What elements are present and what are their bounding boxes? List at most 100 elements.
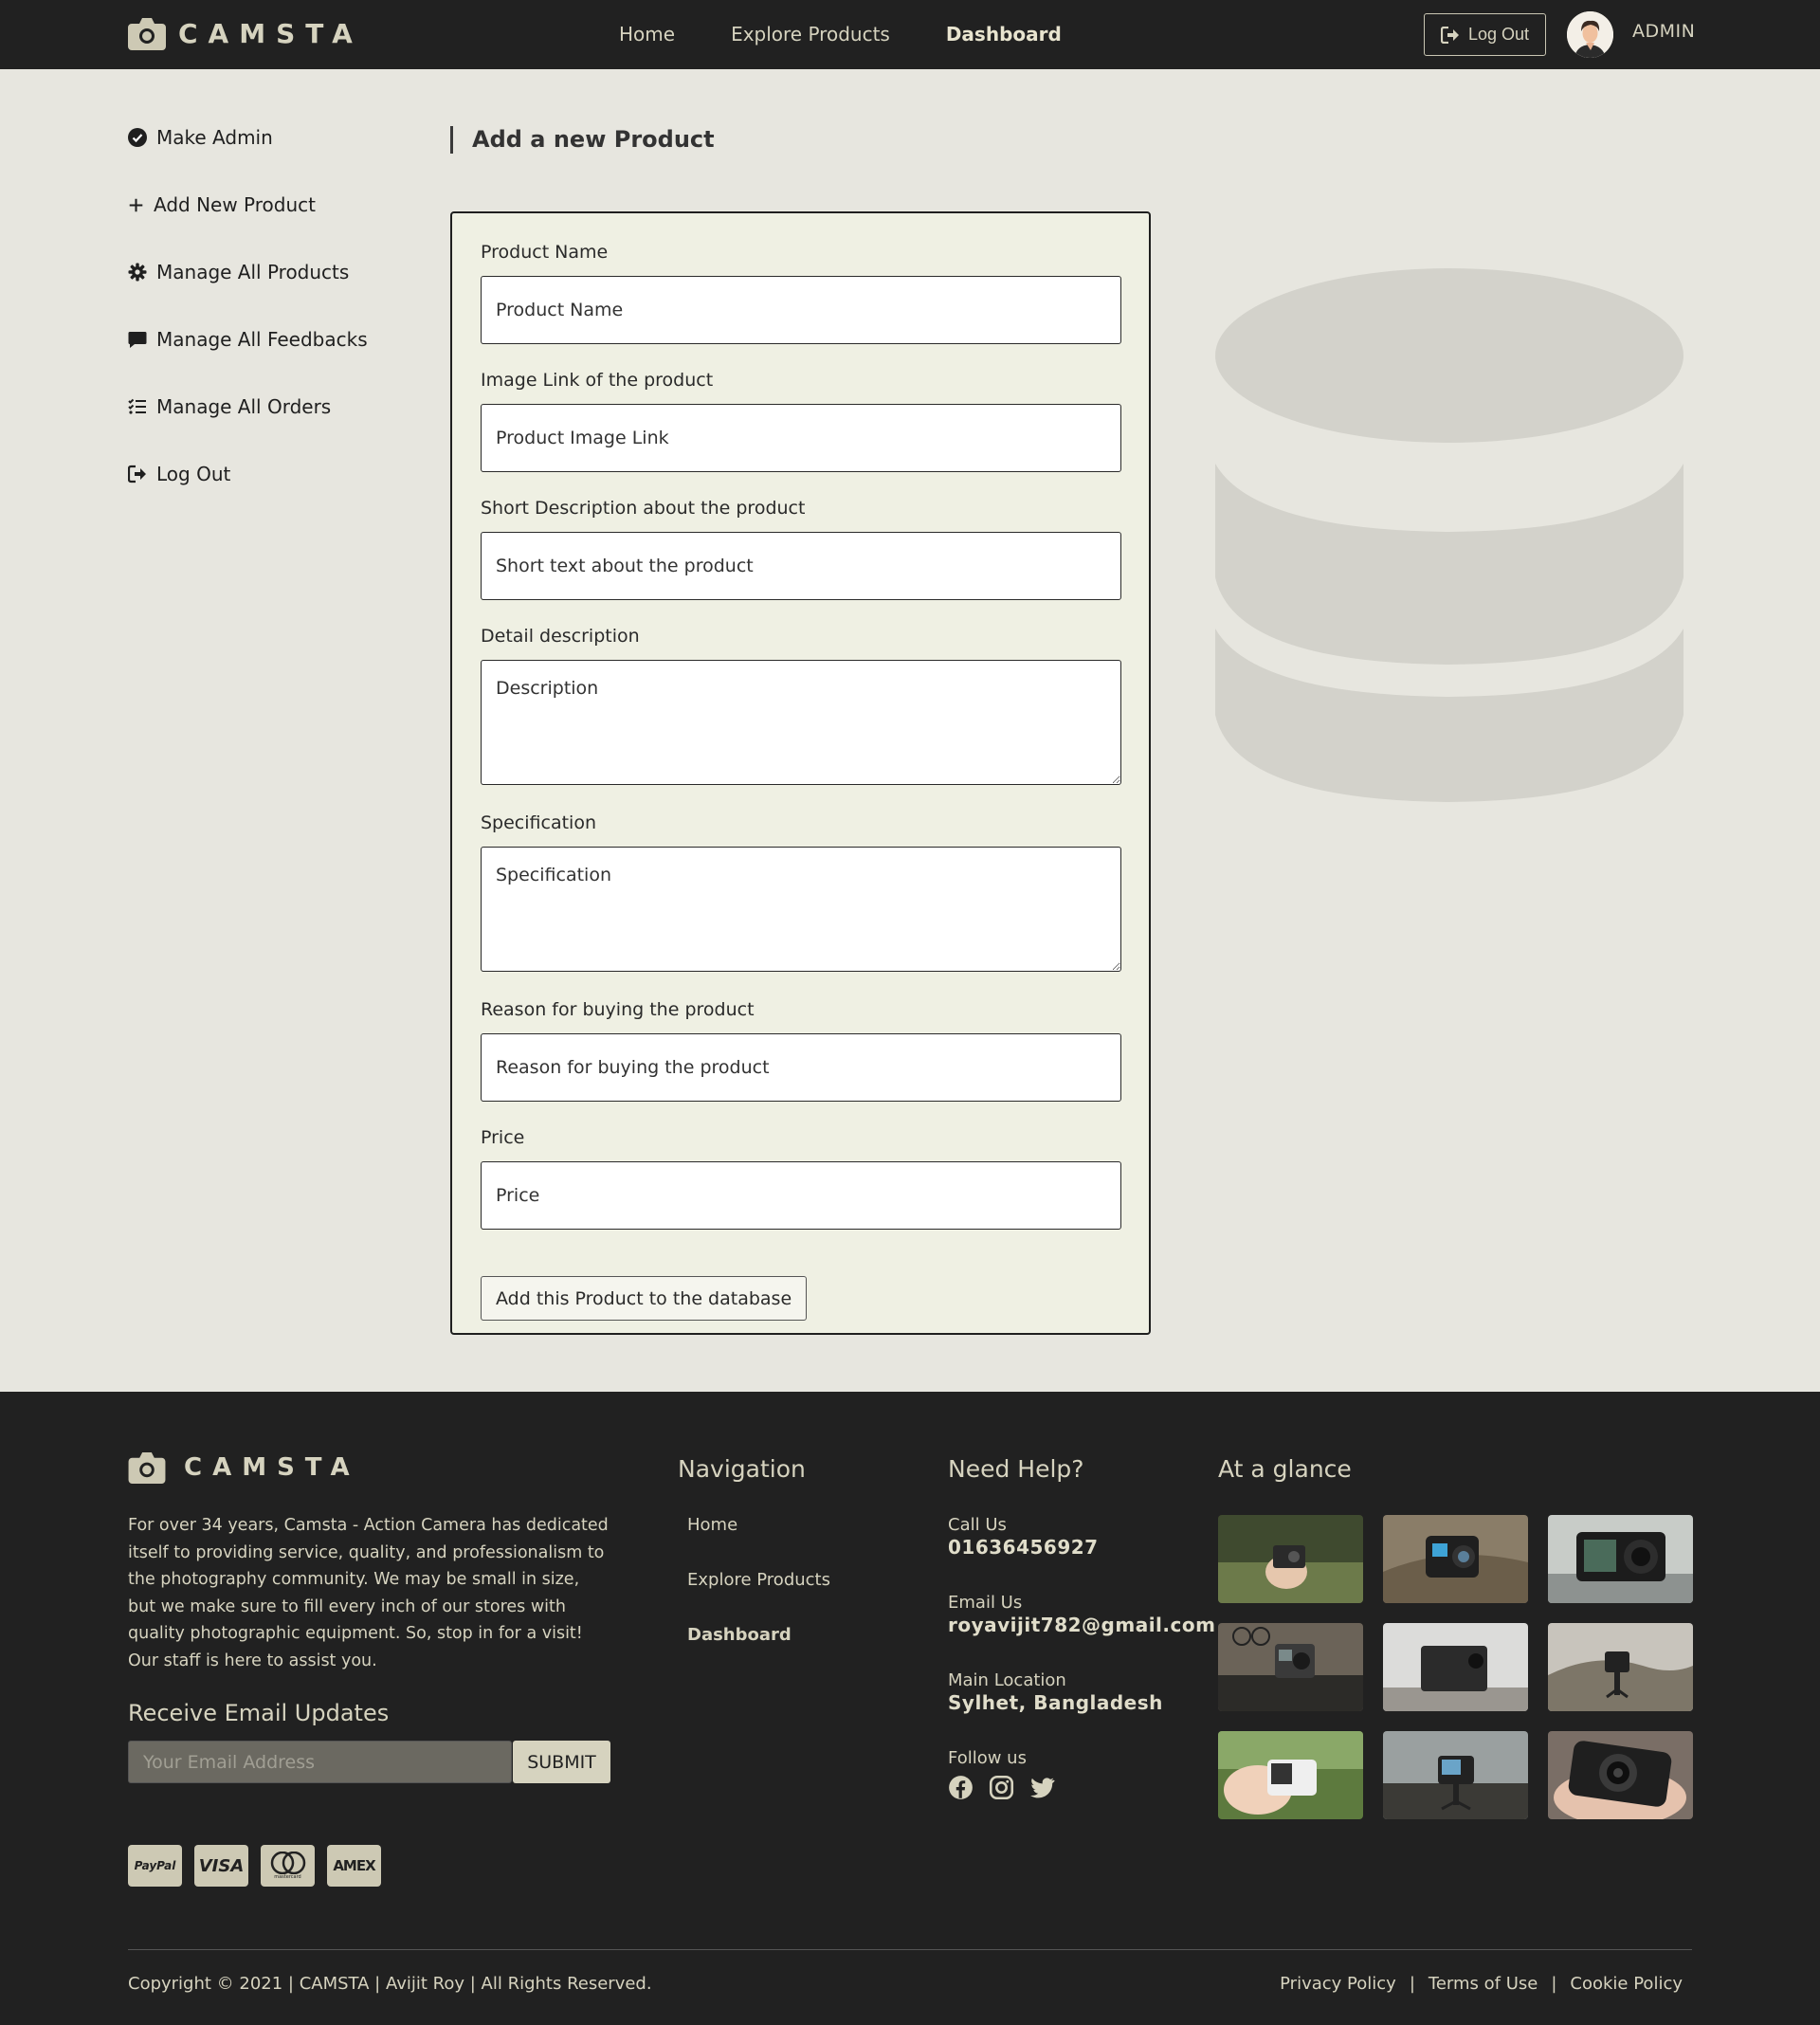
paypal-icon: PayPal [128,1845,182,1887]
sidebar-item-label: Manage All Feedbacks [156,328,368,351]
image-link-label: Image Link of the product [481,370,714,391]
camera-photo-7 [1218,1731,1363,1819]
detail-description-textarea[interactable] [481,660,1121,785]
terms-of-use-link[interactable]: Terms of Use [1429,1974,1538,1994]
mastercard-label: mastercard [274,1874,301,1880]
sidebar-item-make-admin[interactable]: Make Admin [128,123,368,152]
price-label: Price [481,1127,525,1148]
gallery-thumb[interactable] [1383,1515,1528,1603]
location-value: Sylhet, Bangladesh [948,1691,1163,1714]
gallery-thumb[interactable] [1218,1623,1363,1711]
reason-input[interactable] [481,1033,1121,1102]
main-nav: Home Explore Products Dashboard [619,23,1118,46]
social-links [948,1775,1215,1800]
image-link-input[interactable] [481,404,1121,472]
visa-label: VISA [198,1855,245,1876]
check-circle-icon [128,128,147,147]
brand-logo[interactable]: CAMSTA [128,16,363,50]
navigation-title: Navigation [678,1455,806,1483]
detail-description-label: Detail description [481,626,640,647]
footer-brand[interactable]: CAMSTA [128,1450,360,1484]
price-input[interactable] [481,1161,1121,1230]
sidebar-item-label: Manage All Orders [156,395,332,418]
avatar[interactable] [1567,11,1613,58]
logout-button[interactable]: Log Out [1424,13,1546,56]
tasks-icon [128,398,146,414]
gallery-thumb[interactable] [1548,1731,1693,1819]
legal-separator: | [1409,1974,1415,1994]
call-us-value[interactable]: 01636456927 [948,1536,1215,1560]
need-help-title: Need Help? [948,1455,1084,1483]
camera-photo-5 [1383,1623,1528,1711]
gear-icon [128,263,147,282]
database-icon [1215,268,1684,802]
cookie-policy-link[interactable]: Cookie Policy [1570,1974,1683,1994]
mastercard-icon: mastercard [261,1845,315,1887]
logout-icon [1440,26,1459,44]
mastercard-circles [270,1852,305,1874]
sidebar-item-manage-all-products[interactable]: Manage All Products [128,258,368,286]
add-product-form: Product Name Image Link of the product S… [450,211,1151,1335]
page-title: Add a new Product [450,126,715,154]
reason-label: Reason for buying the product [481,999,755,1020]
footer-divider [128,1949,1692,1950]
gallery-thumb[interactable] [1548,1515,1693,1603]
plus-icon [129,198,143,211]
sidebar-item-log-out[interactable]: Log Out [128,460,368,488]
privacy-policy-link[interactable]: Privacy Policy [1280,1974,1396,1994]
camera-photo-9 [1548,1731,1693,1819]
footer-about-text: For over 34 years, Camsta - Action Camer… [128,1516,609,1670]
footer-nav-home[interactable]: Home [687,1515,830,1537]
sidebar-item-add-new-product[interactable]: Add New Product [128,191,368,219]
gallery-thumb[interactable] [1548,1623,1693,1711]
product-name-label: Product Name [481,242,609,263]
camera-photo-6 [1548,1623,1693,1711]
gallery-thumb[interactable] [1218,1731,1363,1819]
footer-nav-dashboard[interactable]: Dashboard [687,1625,830,1647]
facebook-icon[interactable] [948,1775,974,1800]
camera-icon [128,1451,166,1484]
legal-links: Privacy Policy | Terms of Use | Cookie P… [1280,1974,1683,1994]
add-product-submit-button[interactable]: Add this Product to the database [481,1276,808,1321]
dashboard-sidebar: Make Admin Add New Product Manage All Pr… [128,123,368,527]
camera-icon [128,18,166,50]
nav-dashboard[interactable]: Dashboard [946,23,1062,46]
follow-us-label: Follow us [948,1748,1027,1768]
gallery-thumb[interactable] [1383,1731,1528,1819]
sidebar-item-label: Log Out [156,463,231,485]
product-name-input[interactable] [481,276,1121,344]
short-description-input[interactable] [481,532,1121,600]
amex-icon: AMEX [327,1845,381,1887]
newsletter-submit-button[interactable]: SUBMIT [513,1741,610,1783]
user-name: ADMIN [1632,21,1696,42]
glance-gallery [1218,1515,1693,1819]
specification-textarea[interactable] [481,847,1121,972]
footer-nav: Home Explore Products Dashboard [687,1515,830,1680]
sidebar-item-manage-all-orders[interactable]: Manage All Orders [128,392,368,421]
legal-separator: | [1551,1974,1557,1994]
instagram-icon[interactable] [989,1775,1014,1800]
footer-nav-explore-products[interactable]: Explore Products [687,1570,830,1592]
footer-brand-name: CAMSTA [184,1452,360,1482]
twitter-icon[interactable] [1029,1775,1055,1800]
newsletter-email-input[interactable] [128,1741,512,1783]
comment-icon [128,332,147,348]
camera-photo-2 [1383,1515,1528,1603]
nav-explore-products[interactable]: Explore Products [731,23,890,46]
camera-photo-8 [1383,1731,1528,1819]
gallery-thumb[interactable] [1218,1515,1363,1603]
top-navbar: CAMSTA Home Explore Products Dashboard L… [0,0,1820,69]
logout-label: Log Out [1467,25,1530,44]
email-us-value[interactable]: royavijit782@gmail.com [948,1614,1215,1637]
call-us-label: Call Us [948,1515,1007,1535]
sidebar-item-label: Make Admin [156,126,273,149]
copyright-text: Copyright © 2021 | CAMSTA | Avijit Roy |… [128,1974,652,1994]
sidebar-item-label: Manage All Products [156,261,350,283]
nav-home[interactable]: Home [619,23,675,46]
camera-photo-3 [1548,1515,1693,1603]
sidebar-item-manage-all-feedbacks[interactable]: Manage All Feedbacks [128,325,368,354]
at-a-glance-title: At a glance [1218,1455,1352,1483]
gallery-thumb[interactable] [1383,1623,1528,1711]
payment-methods: PayPal VISA mastercard AMEX [128,1845,381,1887]
logout-icon [128,465,146,483]
